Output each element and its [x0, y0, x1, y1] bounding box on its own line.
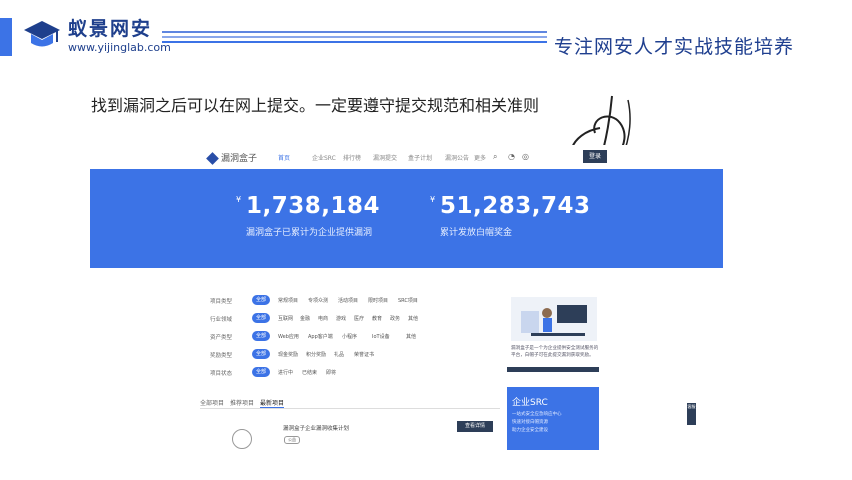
diamond-logo-icon [206, 152, 219, 165]
user-icon[interactable]: ◎ [522, 152, 529, 161]
promo-bar [507, 367, 599, 372]
view-details-button[interactable]: 查看详情 [457, 421, 493, 432]
nav-item-home[interactable]: 首页 [278, 153, 290, 162]
filter-chip-all[interactable]: 全部 [252, 331, 270, 341]
header-decoration-lines [162, 31, 547, 47]
office-illustration-icon [511, 297, 597, 341]
tab-all[interactable]: 全部项目 [200, 398, 224, 407]
customer-service-button[interactable]: 客服 [687, 403, 696, 425]
nav-item-src[interactable]: 企业SRC [312, 153, 336, 162]
slogan: 专注网安人才实战技能培养 [554, 36, 795, 58]
project-tag: 公益 [284, 436, 300, 444]
stat-value: 51,283,743 [440, 193, 591, 219]
promo-card[interactable]: 漏洞盒子是一个为企业提供安全测试服务的平台，白帽子可在此提交漏洞获取奖励。 [507, 295, 599, 372]
graduation-cap-icon [24, 21, 60, 47]
tab-latest[interactable]: 最新项目 [260, 398, 285, 408]
site-logo[interactable]: 漏洞盒子 [206, 151, 257, 165]
src-card[interactable]: 企业SRC 一站式安全应急响应中心 快速对接白帽资源 助力企业安全建设 [507, 387, 599, 450]
filter-row: 项目类型 全部 常规项目 专项众测 活动项目 限时项目 SRC项目 [210, 295, 418, 305]
brand-logo: 蚁景网安 www.yijinglab.com [22, 14, 172, 58]
stat-vulnerabilities: ¥ 1,738,184 漏洞盒子已累计为企业提供漏洞 [236, 193, 380, 238]
filter-row: 资产类型 全部 Web应用 App客户端 小程序 IoT设备 其他 [210, 331, 417, 341]
project-filters: 项目类型 全部 常规项目 专项众测 活动项目 限时项目 SRC项目 行业领域 全… [210, 295, 500, 385]
nav-item-notice[interactable]: 漏洞公告 [445, 153, 469, 162]
filter-chip-all[interactable]: 全部 [252, 295, 270, 305]
filter-chip-all[interactable]: 全部 [252, 367, 270, 377]
project-avatar [232, 429, 252, 449]
nav-item-submit[interactable]: 漏洞提交 [373, 153, 397, 162]
filter-row: 行业领域 全部 互联网 金融 电商 游戏 医疗 教育 政务 其他 [210, 313, 419, 323]
tabs-divider [200, 408, 500, 409]
nav-item-more[interactable]: 更多 [474, 153, 486, 162]
filter-chip-all[interactable]: 全部 [252, 349, 270, 359]
src-card-title: 企业SRC [512, 398, 548, 408]
brand-name: 蚁景网安 [68, 18, 153, 40]
stat-bounty: ¥ 51,283,743 累计发放白帽奖金 [430, 193, 591, 238]
project-title[interactable]: 漏洞盒子企业漏洞收集计划 [283, 424, 349, 432]
login-button[interactable]: 登录 [583, 150, 607, 163]
bell-icon[interactable]: ◔ [508, 152, 515, 161]
nav-item-plan[interactable]: 盒子计划 [408, 153, 432, 162]
stats-banner: ¥ 1,738,184 漏洞盒子已累计为企业提供漏洞 ¥ 51,283,743 … [90, 169, 723, 268]
filter-chip-all[interactable]: 全部 [252, 313, 270, 323]
nav-item-rank[interactable]: 排行榜 [343, 153, 361, 162]
promo-text: 漏洞盒子是一个为企业提供安全测试服务的平台，白帽子可在此提交漏洞获取奖励。 [511, 346, 599, 358]
filter-row: 项目状态 全部 进行中 已结束 即将 [210, 367, 337, 377]
website-screenshot: 漏洞盒子 首页 企业SRC 排行榜 漏洞提交 盒子计划 漏洞公告 更多 ⌕ ◔ … [90, 145, 723, 455]
site-topnav: 漏洞盒子 首页 企业SRC 排行榜 漏洞提交 盒子计划 漏洞公告 更多 ⌕ ◔ … [90, 145, 723, 169]
filter-row: 奖励类型 全部 现金奖励 积分奖励 礼品 荣誉证书 [210, 349, 375, 359]
stat-value: 1,738,184 [246, 193, 380, 219]
stat-label: 漏洞盒子已累计为企业提供漏洞 [246, 228, 373, 238]
stat-label: 累计发放白帽奖金 [440, 228, 513, 238]
tab-recommended[interactable]: 推荐项目 [230, 398, 254, 407]
slide-subtitle: 找到漏洞之后可以在网上提交。一定要遵守提交规范和相关准则 [91, 96, 540, 115]
left-accent-bar [0, 18, 12, 56]
brand-url: www.yijinglab.com [68, 41, 171, 54]
search-icon[interactable]: ⌕ [493, 152, 497, 162]
project-tabs: 全部项目 推荐项目 最新项目 [200, 395, 500, 409]
